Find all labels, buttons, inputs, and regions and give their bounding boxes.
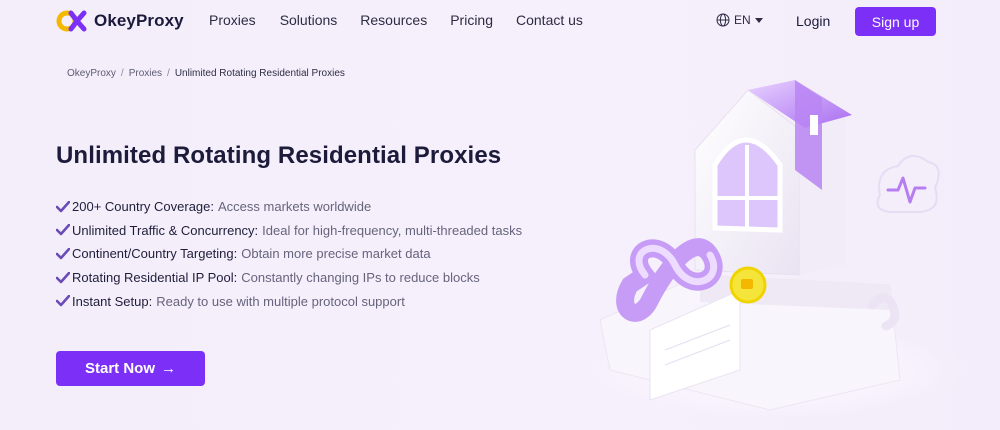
feature-item: Continent/Country Targeting: Obtain more…	[56, 242, 522, 266]
feature-item: 200+ Country Coverage: Access markets wo…	[56, 195, 522, 219]
arrow-right-icon: →	[161, 360, 176, 377]
breadcrumb-separator: /	[120, 68, 124, 79]
breadcrumb-item-proxies[interactable]: Proxies	[129, 68, 162, 79]
menu-item-contact[interactable]: Contact us	[516, 12, 583, 28]
check-icon	[56, 295, 70, 307]
feature-label: Instant Setup:	[72, 293, 153, 309]
menu-item-proxies[interactable]: Proxies	[209, 12, 256, 28]
login-link[interactable]: Login	[796, 13, 830, 29]
globe-icon	[716, 13, 730, 27]
check-icon	[56, 224, 70, 236]
language-selector[interactable]: EN	[716, 13, 763, 27]
feature-label: 200+ Country Coverage:	[72, 199, 215, 215]
menu-item-resources[interactable]: Resources	[360, 12, 427, 28]
feature-description: Constantly changing IPs to reduce blocks	[241, 270, 480, 286]
top-nav: OkeyProxy Proxies Solutions Resources Pr…	[0, 0, 1000, 42]
feature-label: Rotating Residential IP Pool:	[72, 270, 238, 286]
menu-item-pricing[interactable]: Pricing	[450, 12, 493, 28]
start-now-label: Start Now	[84, 360, 155, 377]
chimney	[810, 115, 818, 135]
breadcrumb: OkeyProxy / Proxies / Unlimited Rotating…	[67, 68, 345, 79]
feature-label: Unlimited Traffic & Concurrency:	[72, 222, 259, 238]
feature-item: Unlimited Traffic & Concurrency: Ideal f…	[56, 219, 522, 243]
menu-item-solutions[interactable]: Solutions	[280, 12, 338, 28]
check-icon	[56, 200, 70, 213]
brand-name: OkeyProxy	[94, 11, 184, 30]
page-title: Unlimited Rotating Residential Proxies	[56, 142, 502, 169]
okeyproxy-logo-icon	[56, 10, 87, 32]
feature-description: Ideal for high-frequency, multi-threaded…	[262, 222, 523, 238]
start-now-button[interactable]: Start Now →	[56, 351, 205, 386]
brand-logo[interactable]: OkeyProxy	[56, 10, 184, 32]
check-icon	[56, 247, 70, 260]
check-icon	[56, 271, 70, 283]
feature-item: Instant Setup: Ready to use with multipl…	[56, 289, 522, 313]
feature-description: Ready to use with multiple protocol supp…	[156, 293, 405, 309]
breadcrumb-separator: /	[167, 68, 170, 79]
coin-symbol	[741, 279, 753, 289]
feature-list: 200+ Country Coverage: Access markets wo…	[56, 195, 522, 313]
breadcrumb-item-current: Unlimited Rotating Residential Proxies	[174, 68, 345, 79]
house-proxy-illustration	[590, 80, 970, 420]
main-menu: Proxies Solutions Resources Pricing Cont…	[209, 12, 583, 28]
language-label: EN	[734, 13, 751, 27]
cloud-icon	[876, 155, 940, 213]
signup-button[interactable]: Sign up	[855, 7, 936, 36]
feature-description: Obtain more precise market data	[241, 246, 431, 262]
feature-label: Continent/Country Targeting:	[72, 246, 238, 262]
feature-item: Rotating Residential IP Pool: Constantly…	[56, 266, 522, 290]
feature-description: Access markets worldwide	[218, 199, 372, 215]
breadcrumb-item-home[interactable]: OkeyProxy	[67, 68, 116, 79]
caret-down-icon	[754, 17, 763, 23]
